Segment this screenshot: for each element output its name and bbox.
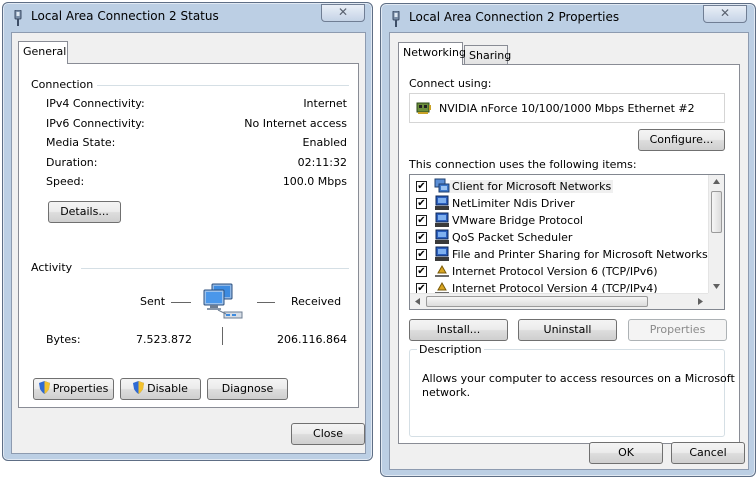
ipv6-label: IPv6 Connectivity: bbox=[46, 117, 145, 130]
adapter-box: NVIDIA nForce 10/100/1000 Mbps Ethernet … bbox=[409, 93, 725, 123]
divider bbox=[81, 268, 349, 269]
bytes-received-value: 206.116.864 bbox=[277, 333, 347, 346]
network-service-icon bbox=[435, 195, 449, 210]
ipv4-value: Internet bbox=[303, 97, 347, 110]
sent-label: Sent bbox=[140, 295, 166, 308]
uac-shield-icon bbox=[38, 381, 50, 394]
media-state-label: Media State: bbox=[46, 136, 116, 149]
network-adapter-icon bbox=[392, 11, 400, 27]
divider bbox=[97, 85, 349, 86]
status-window: Local Area Connection 2 Status ✕ General… bbox=[2, 2, 373, 461]
items-label: This connection uses the following items… bbox=[409, 158, 637, 171]
uac-shield-icon bbox=[133, 381, 145, 394]
networking-panel: Connect using: NVIDIA nForce 10/100/1000… bbox=[398, 64, 740, 444]
description-group: Description Allows your computer to acce… bbox=[409, 343, 735, 437]
checkbox[interactable]: ✔ bbox=[416, 266, 427, 277]
horizontal-scrollbar[interactable] bbox=[410, 293, 708, 309]
speed-value: 100.0 Mbps bbox=[282, 175, 347, 188]
item-label: Internet Protocol Version 6 (TCP/IPv6) bbox=[452, 265, 658, 278]
install-button[interactable]: Install... bbox=[409, 319, 508, 341]
scroll-down-icon[interactable] bbox=[713, 284, 720, 289]
network-service-icon bbox=[435, 229, 449, 244]
general-panel: Connection IPv4 Connectivity: Internet I… bbox=[18, 63, 359, 408]
ipv6-value: No Internet access bbox=[244, 117, 347, 130]
bytes-label: Bytes: bbox=[46, 333, 81, 346]
sent-line bbox=[171, 302, 191, 303]
items-list[interactable]: ✔ Client for Microsoft Networks ✔ NetLim… bbox=[409, 174, 725, 310]
adapter-name: NVIDIA nForce 10/100/1000 Mbps Ethernet … bbox=[439, 102, 695, 115]
tab-networking[interactable]: Networking bbox=[398, 42, 466, 65]
properties-client-area: Networking Sharing Connect using: NVIDIA… bbox=[389, 32, 749, 470]
speed-label: Speed: bbox=[46, 175, 85, 188]
close-window-button[interactable]: ✕ bbox=[703, 5, 747, 23]
scroll-right-icon[interactable] bbox=[698, 298, 703, 305]
checkbox[interactable]: ✔ bbox=[416, 181, 427, 192]
properties-button-label: Properties bbox=[52, 382, 109, 395]
item-label: VMware Bridge Protocol bbox=[452, 214, 583, 227]
scroll-thumb[interactable] bbox=[426, 296, 648, 307]
received-label: Received bbox=[291, 295, 342, 308]
network-adapter-icon bbox=[14, 10, 22, 26]
item-label: QoS Packet Scheduler bbox=[452, 231, 573, 244]
ok-button[interactable]: OK bbox=[589, 442, 663, 464]
bytes-divider bbox=[222, 327, 223, 345]
checkbox[interactable]: ✔ bbox=[416, 249, 427, 260]
network-client-icon bbox=[434, 178, 450, 193]
activity-heading: Activity bbox=[31, 261, 73, 274]
properties-window: Local Area Connection 2 Properties ✕ Net… bbox=[380, 3, 756, 477]
window-title: Local Area Connection 2 Properties bbox=[409, 10, 620, 24]
disable-button[interactable]: Disable bbox=[120, 378, 201, 400]
window-title: Local Area Connection 2 Status bbox=[31, 9, 219, 23]
tab-general[interactable]: General bbox=[18, 41, 68, 64]
media-state-value: Enabled bbox=[302, 136, 347, 149]
properties-button[interactable]: Properties bbox=[33, 378, 114, 400]
network-computers-icon bbox=[203, 283, 243, 319]
item-properties-button[interactable]: Properties bbox=[628, 319, 727, 341]
duration-label: Duration: bbox=[46, 156, 98, 169]
cancel-button[interactable]: Cancel bbox=[671, 442, 745, 464]
received-line bbox=[257, 302, 275, 303]
close-window-button[interactable]: ✕ bbox=[321, 4, 365, 22]
connection-heading: Connection bbox=[31, 78, 94, 91]
scrollbar-corner bbox=[708, 293, 724, 309]
item-label: NetLimiter Ndis Driver bbox=[452, 197, 575, 210]
title-bar[interactable]: Local Area Connection 2 Status ✕ bbox=[3, 3, 372, 31]
duration-value: 02:11:32 bbox=[297, 156, 347, 169]
checkbox[interactable]: ✔ bbox=[416, 232, 427, 243]
description-line-2: network. bbox=[422, 386, 471, 399]
description-heading: Description bbox=[417, 343, 484, 356]
details-button[interactable]: Details... bbox=[48, 201, 121, 223]
disable-button-label: Disable bbox=[147, 382, 188, 395]
bytes-sent-value: 7.523.872 bbox=[136, 333, 192, 346]
item-label: File and Printer Sharing for Microsoft N… bbox=[452, 248, 708, 261]
network-service-icon bbox=[435, 212, 449, 227]
vertical-scrollbar[interactable] bbox=[708, 175, 724, 293]
status-client-area: General Connection IPv4 Connectivity: In… bbox=[11, 32, 366, 454]
scroll-left-icon[interactable] bbox=[415, 298, 420, 305]
uninstall-button[interactable]: Uninstall bbox=[518, 319, 617, 341]
configure-button[interactable]: Configure... bbox=[638, 129, 725, 151]
title-bar[interactable]: Local Area Connection 2 Properties ✕ bbox=[381, 4, 755, 32]
tab-sharing[interactable]: Sharing bbox=[464, 45, 511, 64]
item-label: Client for Microsoft Networks bbox=[450, 180, 614, 193]
protocol-icon bbox=[435, 264, 449, 277]
checkbox[interactable]: ✔ bbox=[416, 215, 427, 226]
connect-using-label: Connect using: bbox=[409, 77, 492, 90]
ipv4-label: IPv4 Connectivity: bbox=[46, 97, 145, 110]
description-line-1: Allows your computer to access resources… bbox=[422, 372, 735, 385]
network-service-icon bbox=[435, 246, 449, 261]
checkbox[interactable]: ✔ bbox=[416, 198, 427, 209]
diagnose-button[interactable]: Diagnose bbox=[207, 378, 288, 400]
scroll-thumb[interactable] bbox=[711, 191, 722, 233]
close-button[interactable]: Close bbox=[291, 423, 365, 445]
scroll-up-icon[interactable] bbox=[713, 179, 720, 184]
network-adapter-icon bbox=[416, 102, 431, 114]
